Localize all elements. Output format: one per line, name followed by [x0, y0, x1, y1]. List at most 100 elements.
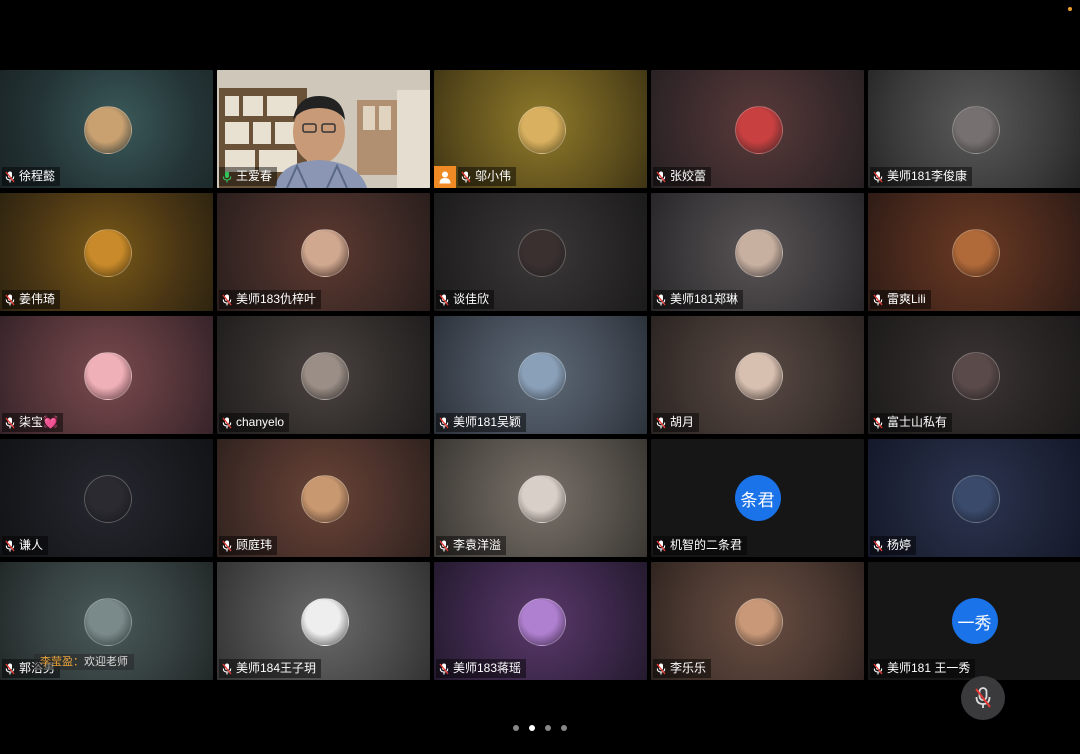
- participant-name-tag: chanyelo: [219, 413, 290, 432]
- mic-muted-icon: [439, 417, 449, 429]
- participant-tile[interactable]: 美师181李俊康: [868, 70, 1080, 188]
- participant-name-tag: 李乐乐: [653, 659, 712, 678]
- avatar-initials: 条君: [740, 490, 775, 510]
- avatar: [517, 352, 566, 400]
- participant-tile[interactable]: 张姣蕾: [651, 70, 864, 188]
- participant-name-tag: 美师181 王一秀: [870, 659, 976, 678]
- chat-toast: 李莹盈：欢迎老师: [34, 654, 134, 670]
- participant-name-tag: 张姣蕾: [653, 167, 712, 186]
- participant-tile[interactable]: 徐程懿: [0, 70, 213, 188]
- mic-muted-icon: [5, 294, 15, 306]
- participant-tile[interactable]: chanyelo: [217, 316, 430, 434]
- participant-tile[interactable]: 王爱春: [217, 70, 430, 188]
- participant-name-tag: 徐程懿: [2, 167, 61, 186]
- participant-name: 胡月: [670, 415, 695, 429]
- participant-name-tag: 王爱春: [219, 167, 278, 186]
- avatar: [300, 229, 349, 277]
- status-indicator-dot: [1068, 7, 1072, 11]
- participant-tile[interactable]: 美师181吴颖: [434, 316, 647, 434]
- page-indicator[interactable]: [0, 725, 1080, 731]
- page-dot[interactable]: [545, 725, 551, 731]
- participant-name-tag: 雷爽Lili: [870, 290, 931, 309]
- participant-tile[interactable]: 富士山私有: [868, 316, 1080, 434]
- chat-toast-message: 欢迎老师: [84, 656, 128, 668]
- participant-name-tag: 李袁洋溢: [436, 536, 507, 555]
- avatar: [734, 106, 783, 154]
- participant-name-tag: 美师181吴颖: [436, 413, 527, 432]
- participant-name: 美师183仇梓叶: [236, 292, 317, 306]
- participant-tile[interactable]: 李乐乐: [651, 562, 864, 680]
- participant-tile[interactable]: 柒宝💓: [0, 316, 213, 434]
- participant-name: 张姣蕾: [670, 169, 707, 183]
- participant-name-tag: 机智的二条君: [653, 536, 748, 555]
- participant-name: 柒宝💓: [19, 415, 58, 429]
- mic-muted-icon: [656, 417, 666, 429]
- participant-tile[interactable]: 邬小伟: [434, 70, 647, 188]
- mic-muted-icon: [873, 171, 883, 183]
- avatar: [83, 229, 132, 277]
- avatar: [83, 475, 132, 523]
- participant-tile[interactable]: 胡月: [651, 316, 864, 434]
- participant-name: 机智的二条君: [670, 538, 743, 552]
- avatar: [517, 475, 566, 523]
- avatar: [951, 106, 1000, 154]
- participant-name-tag: 美师184王子玥: [219, 659, 322, 678]
- participant-grid: 徐程懿 王爱春 邬小伟 张姣蕾 美师181李俊康姜伟琦 美师183仇梓叶 谈佳欣 美师181郑…: [0, 70, 1080, 680]
- participant-name-tag: 邬小伟: [458, 167, 517, 186]
- participant-name: 美师183蒋瑶: [453, 661, 522, 675]
- participant-name: 美师184王子玥: [236, 661, 317, 675]
- mic-on-icon: [222, 171, 232, 183]
- participant-tile[interactable]: 李袁洋溢: [434, 439, 647, 557]
- participant-tile[interactable]: 谈佳欣: [434, 193, 647, 311]
- avatar: [951, 229, 1000, 277]
- participant-tile[interactable]: 雷爽Lili: [868, 193, 1080, 311]
- participant-name: 谦人: [19, 538, 44, 552]
- participant-name: 富士山私有: [887, 415, 948, 429]
- participant-name: 美师181郑琳: [670, 292, 739, 306]
- participant-tile[interactable]: 一秀美师181 王一秀: [868, 562, 1080, 680]
- participant-name: 美师181吴颖: [453, 415, 522, 429]
- participant-name: 李乐乐: [670, 661, 707, 675]
- mic-muted-icon: [222, 540, 232, 552]
- mic-muted-icon: [439, 540, 449, 552]
- avatar: [517, 598, 566, 646]
- avatar: 一秀: [951, 598, 998, 644]
- participant-name: 邬小伟: [475, 169, 512, 183]
- mic-muted-icon: [439, 294, 449, 306]
- participant-name-tag: 谦人: [2, 536, 49, 555]
- participant-name-tag: 美师183仇梓叶: [219, 290, 322, 309]
- participant-name-tag: 谈佳欣: [436, 290, 495, 309]
- avatar-initials: 一秀: [957, 613, 992, 633]
- mic-muted-icon: [656, 171, 666, 183]
- avatar: [951, 475, 1000, 523]
- mic-muted-icon: [656, 294, 666, 306]
- participant-tile[interactable]: 姜伟琦: [0, 193, 213, 311]
- mute-toggle-button[interactable]: [961, 676, 1005, 720]
- participant-tile[interactable]: 条君机智的二条君: [651, 439, 864, 557]
- participant-tile[interactable]: 美师183蒋瑶: [434, 562, 647, 680]
- participant-tile[interactable]: 美师181郑琳: [651, 193, 864, 311]
- avatar: [300, 598, 349, 646]
- page-dot[interactable]: [529, 725, 535, 731]
- participant-name: 美师181李俊康: [887, 169, 968, 183]
- mic-muted-icon: [656, 540, 666, 552]
- participant-name: 姜伟琦: [19, 292, 56, 306]
- page-dot[interactable]: [513, 725, 519, 731]
- person-icon: [439, 171, 451, 183]
- avatar: [83, 598, 132, 646]
- participant-tile[interactable]: 谦人: [0, 439, 213, 557]
- participant-name: 谈佳欣: [453, 292, 490, 306]
- participant-name-tag: 姜伟琦: [2, 290, 61, 309]
- participant-tile[interactable]: 顾庭玮: [217, 439, 430, 557]
- mic-muted-icon: [5, 540, 15, 552]
- participant-tile[interactable]: 美师183仇梓叶: [217, 193, 430, 311]
- mic-muted-icon: [439, 663, 449, 675]
- participant-tile[interactable]: 杨婷: [868, 439, 1080, 557]
- mic-muted-icon: [656, 663, 666, 675]
- participant-tile[interactable]: 美师184王子玥: [217, 562, 430, 680]
- participant-name-tag: 胡月: [653, 413, 700, 432]
- participant-name: 李袁洋溢: [453, 538, 502, 552]
- page-dot[interactable]: [561, 725, 567, 731]
- avatar: [734, 229, 783, 277]
- participant-name-tag: 顾庭玮: [219, 536, 278, 555]
